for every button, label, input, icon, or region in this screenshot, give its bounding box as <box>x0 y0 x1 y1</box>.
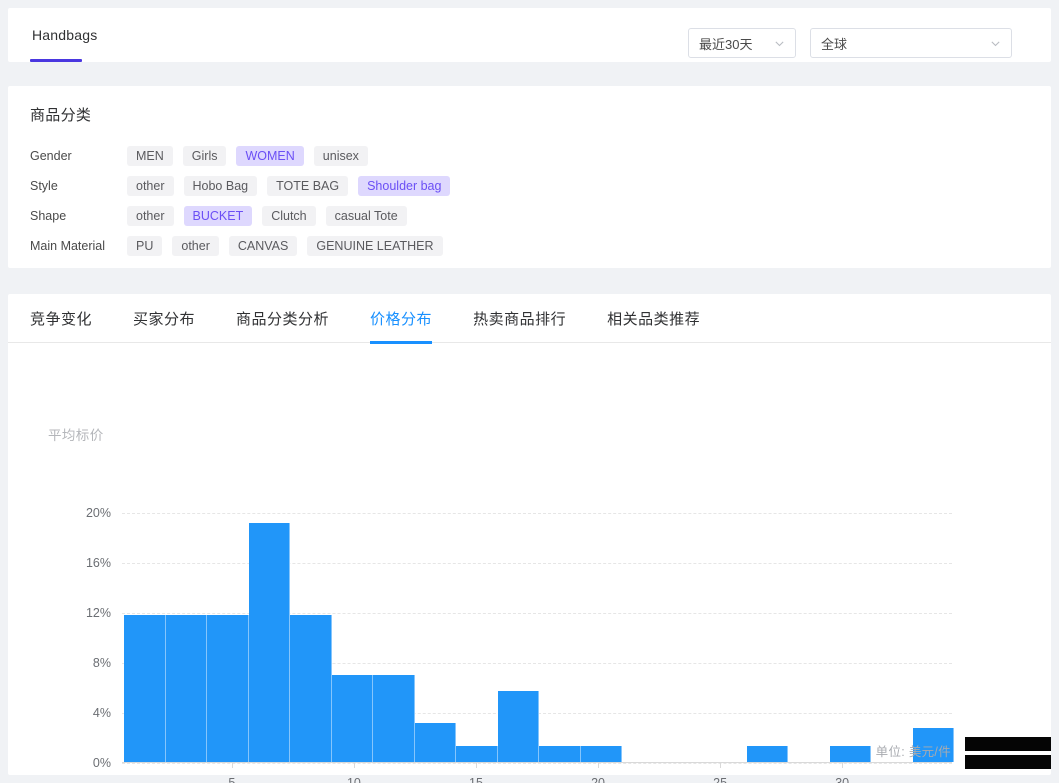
filter-chip[interactable]: casual Tote <box>325 206 407 226</box>
category-tab-label: Handbags <box>32 27 98 43</box>
filter-chip[interactable]: other <box>172 236 219 256</box>
filter-rows: Gender MEN Girls WOMEN unisex Style other Hobo … <box>30 141 1029 261</box>
region-value: 全球 <box>821 36 848 52</box>
filter-row-label: Shape <box>30 209 67 223</box>
tab-2[interactable]: 商品分类分析 <box>236 294 329 343</box>
x-axis-tick <box>842 763 844 768</box>
chart-bar[interactable] <box>165 614 208 762</box>
x-axis-tick <box>231 763 233 768</box>
chevron-down-icon <box>990 38 1001 49</box>
filter-row-label: Main Material <box>30 239 106 253</box>
x-axis-tick-label: 25 <box>713 776 728 783</box>
filter-chip-group: MEN Girls WOMEN unisex <box>127 146 378 166</box>
filter-chip[interactable]: unisex <box>313 146 368 166</box>
x-axis-tick <box>598 763 600 768</box>
chart-bar[interactable] <box>124 614 166 762</box>
chart-bar[interactable] <box>456 745 498 762</box>
chevron-down-icon <box>774 38 785 49</box>
active-tab-underline <box>30 59 82 62</box>
y-axis-tick-label: 0% <box>92 756 111 770</box>
y-gridline <box>122 763 952 764</box>
filter-chip[interactable]: Girls <box>182 146 227 166</box>
filter-row-gender: Gender MEN Girls WOMEN unisex <box>30 141 1029 171</box>
chart-bar[interactable] <box>829 745 872 762</box>
filter-chip[interactable]: PU <box>127 236 163 256</box>
filter-chip[interactable]: CANVAS <box>228 236 298 256</box>
filter-chip-group: other BUCKET Clutch casual Tote <box>127 206 417 226</box>
tab-3-active[interactable]: 价格分布 <box>370 294 433 344</box>
analysis-tab-bar: 竞争变化 买家分布 商品分类分析 价格分布 热卖商品排行 相关品类推荐 <box>8 294 1051 344</box>
chart-bar[interactable] <box>539 745 581 762</box>
chart-bar[interactable] <box>248 523 291 762</box>
x-axis-tick-label: 30 <box>835 776 850 783</box>
filter-chip[interactable]: MEN <box>127 146 173 166</box>
x-axis-tick <box>475 763 477 768</box>
redaction-bar <box>965 755 1051 769</box>
y-axis-tick-label: 12% <box>85 606 111 620</box>
filter-chip[interactable]: GENUINE LEATHER <box>307 236 443 256</box>
x-axis-tick <box>353 763 355 768</box>
tab-4[interactable]: 热卖商品排行 <box>473 294 566 343</box>
filter-chip[interactable]: other <box>127 176 174 196</box>
chart-bar[interactable] <box>373 674 415 762</box>
date-range-select[interactable]: 最近30天 <box>688 28 796 58</box>
x-axis-tick <box>720 763 722 768</box>
chart-bar[interactable] <box>207 614 249 762</box>
chart-subtitle: 平均标价 <box>48 428 104 443</box>
filter-chip-group: other Hobo Bag TOTE BAG Shoulder bag <box>127 176 460 196</box>
region-select[interactable]: 全球 <box>810 28 1012 58</box>
x-axis-tick-label: 10 <box>346 776 361 783</box>
tab-0[interactable]: 竞争变化 <box>30 294 92 343</box>
price-distribution-chart: 平均标价 0% 4% 8% 12% 16% 20% 5 10 15 20 25 30 单位: 美元/件 <box>8 343 1051 783</box>
filter-chip-group: PU other CANVAS GENUINE LEATHER <box>127 236 453 256</box>
chart-unit-note: 单位: 美元/件 <box>875 745 951 759</box>
chart-bar[interactable] <box>580 745 623 762</box>
x-axis-tick-label: 5 <box>228 776 236 783</box>
filter-card-title: 商品分类 <box>30 107 92 124</box>
page-root: Handbags 最近30天 全球 商品分类 Gender MEN Girls WOM… <box>0 0 1059 783</box>
y-axis-tick-label: 20% <box>85 506 111 520</box>
y-axis-tick-label: 8% <box>92 656 111 670</box>
filter-chip[interactable]: TOTE BAG <box>267 176 349 196</box>
chart-bar[interactable] <box>414 723 457 762</box>
redaction-bar <box>965 737 1051 751</box>
filter-row-style: Style other Hobo Bag TOTE BAG Shoulder bag <box>30 171 1029 201</box>
filter-row-main-material: Main Material PU other CANVAS GENUINE LEATHE… <box>30 231 1029 261</box>
filter-row-shape: Shape other BUCKET Clutch casual Tote <box>30 201 1029 231</box>
chart-bar[interactable] <box>290 614 332 762</box>
analysis-card: 竞争变化 买家分布 商品分类分析 价格分布 热卖商品排行 相关品类推荐 平均标价 0% 4%… <box>8 294 1051 783</box>
filter-selects: 最近30天 全球 <box>688 28 1012 58</box>
product-category-filter-card: 商品分类 Gender MEN Girls WOMEN unisex Style other… <box>8 86 1051 268</box>
y-axis-tick-label: 4% <box>92 706 111 720</box>
category-tab-handbags[interactable]: Handbags <box>20 8 109 62</box>
filter-row-label: Style <box>30 179 58 193</box>
chart-bar[interactable] <box>746 745 789 762</box>
chart-bar[interactable] <box>331 674 374 762</box>
redacted-overlay <box>951 737 1051 770</box>
chart-plot-area: 0% 4% 8% 12% 16% 20% 5 10 15 20 25 30 <box>86 488 955 783</box>
x-axis-tick-label: 20 <box>591 776 605 783</box>
filter-chip[interactable]: other <box>127 206 174 226</box>
filter-chip-selected[interactable]: BUCKET <box>183 206 253 226</box>
filter-row-label: Gender <box>30 149 72 163</box>
x-axis-tick-label: 15 <box>469 776 483 783</box>
filter-chip-selected[interactable]: Shoulder bag <box>358 176 451 196</box>
tab-1[interactable]: 买家分布 <box>133 294 195 343</box>
top-bar: Handbags 最近30天 全球 <box>8 8 1051 62</box>
date-range-value: 最近30天 <box>699 36 753 52</box>
filter-chip[interactable]: Clutch <box>262 206 316 226</box>
filter-chip-selected[interactable]: WOMEN <box>236 146 304 166</box>
y-axis-tick-label: 16% <box>85 556 111 570</box>
tab-5[interactable]: 相关品类推荐 <box>607 294 700 343</box>
chart-bar[interactable] <box>497 690 540 762</box>
y-gridline <box>122 563 952 564</box>
filter-chip[interactable]: Hobo Bag <box>183 176 258 196</box>
y-gridline <box>122 513 952 514</box>
